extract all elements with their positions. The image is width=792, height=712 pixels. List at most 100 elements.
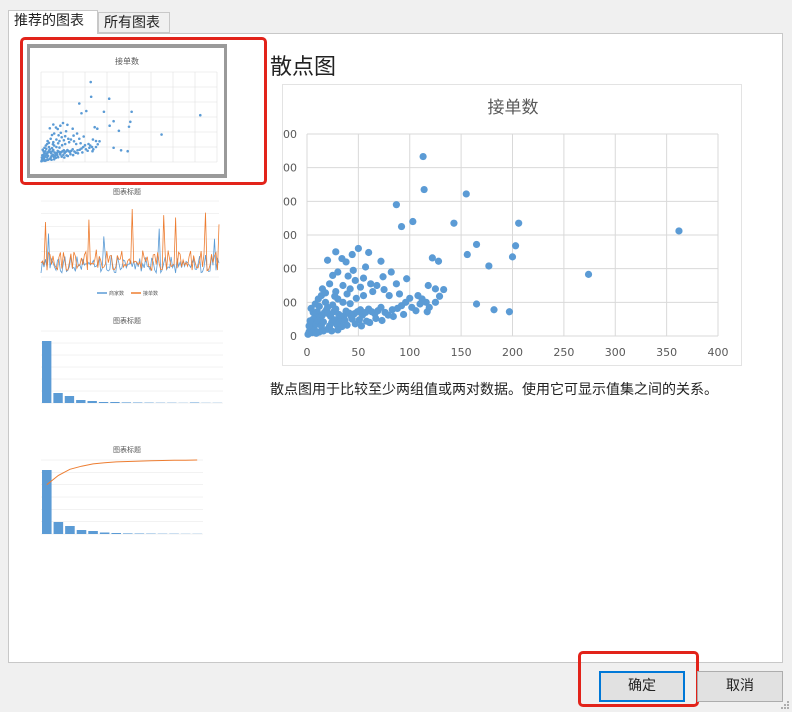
scatter-point (472, 240, 481, 249)
x-tick-label: 350 (656, 346, 677, 359)
scatter-point (431, 285, 440, 293)
cancel-button[interactable]: 取消 (697, 671, 783, 702)
scatter-point (306, 317, 314, 325)
scatter-point (331, 292, 339, 300)
scatter-point (359, 292, 368, 300)
scatter-point (399, 310, 408, 319)
scatter-point (472, 300, 481, 308)
scatter-point (348, 250, 356, 259)
scatter-point (328, 327, 336, 335)
thumbnail-pareto-chart: 图表标题 (41, 445, 203, 535)
thumbnail-line-legend-1: 商家数 (109, 290, 124, 297)
scatter-point (584, 270, 593, 278)
scatter-point (440, 285, 448, 294)
thumbnail-pareto-title: 图表标题 (113, 445, 141, 454)
scatter-point (392, 280, 400, 288)
scatter-point (515, 219, 523, 227)
scatter-point (367, 280, 375, 288)
scatter-point (419, 152, 427, 161)
scatter-point (329, 271, 337, 279)
thumbnail-line-legend-2: 接单数 (143, 290, 158, 297)
x-tick-label: 0 (304, 346, 311, 359)
scatter-point (339, 281, 347, 290)
scatter-point (505, 308, 514, 316)
scatter-point (321, 289, 330, 297)
x-tick-label: 50 (351, 346, 365, 359)
scatter-point (326, 280, 334, 288)
x-tick-label: 400 (708, 346, 729, 359)
scatter-point (332, 248, 340, 256)
x-tick-label: 250 (553, 346, 574, 359)
scatter-point (462, 190, 470, 198)
scatter-point (343, 290, 351, 298)
scatter-point (485, 262, 493, 270)
scatter-point (508, 253, 517, 261)
x-tick-label: 100 (399, 346, 420, 359)
thumbnail-line-title: 图表标题 (113, 187, 141, 196)
scatter-point (359, 274, 368, 282)
scatter-point (351, 320, 359, 328)
scatter-point (346, 300, 354, 308)
scatter-point (323, 256, 332, 264)
scatter-point (424, 281, 432, 290)
thumbnail-pareto[interactable]: 图表标题 (27, 442, 227, 560)
thumbnail-histogram[interactable]: 图表标题 (27, 313, 227, 430)
scatter-point (312, 329, 320, 337)
scatter-point (372, 314, 380, 323)
tab-recommended-charts[interactable]: 推荐的图表 (8, 10, 98, 34)
scatter-point (450, 219, 458, 227)
scatter-point (402, 298, 410, 306)
scatter-point (511, 242, 520, 250)
scatter-point (380, 285, 388, 294)
preview-chart: 接单数 0 100 200 300 400 500 600 0 50 100 150 200 250 30… (276, 84, 742, 366)
x-tick-label: 300 (605, 346, 626, 359)
ok-button[interactable]: 确定 (599, 671, 685, 702)
y-tick-label: 100 (283, 296, 297, 309)
y-tick-label: 200 (283, 263, 297, 276)
scatter-point (385, 292, 393, 300)
scatter-point (379, 273, 387, 281)
scatter-point (351, 276, 359, 285)
scatter-point (403, 275, 411, 283)
resize-grip-icon[interactable] (780, 700, 790, 710)
scatter-point (435, 292, 444, 300)
scatter-point (319, 318, 328, 326)
scatter-point (416, 300, 424, 308)
scatter-point (378, 316, 386, 325)
scatter-point (431, 298, 440, 306)
scatter-point (463, 250, 471, 259)
scatter-point (675, 227, 683, 235)
scatter-point (409, 217, 417, 226)
thumbnail-line[interactable]: 图表标题 商家数 接单数 (27, 185, 227, 301)
scatter-point (428, 254, 436, 262)
scatter-point (357, 322, 366, 330)
scatter-point (349, 266, 357, 274)
scatter-point (369, 287, 377, 296)
scatter-point (412, 307, 420, 315)
scatter-point (356, 283, 365, 291)
scatter-point (342, 258, 350, 266)
scatter-point (354, 244, 362, 253)
y-tick-label: 300 (283, 229, 297, 242)
scatter-point (389, 312, 397, 321)
thumbnail-histogram-title: 图表标题 (113, 316, 141, 325)
scatter-point (373, 281, 381, 290)
scatter-point (397, 222, 406, 231)
scatter-point (434, 257, 443, 265)
scatter-chart-svg: 接单数 0 100 200 300 400 500 600 0 50 100 150 200 250 30… (276, 98, 729, 359)
scatter-point (377, 257, 385, 265)
tab-all-charts[interactable]: 所有图表 (98, 12, 170, 33)
thumbnail-line-chart: 图表标题 商家数 接单数 (40, 187, 220, 297)
scatter-point (395, 290, 404, 298)
scatter-point (420, 185, 428, 194)
scatter-point (392, 201, 400, 209)
scatter-point (344, 272, 352, 280)
x-tick-label: 200 (502, 346, 523, 359)
scatter-point (334, 326, 342, 334)
y-tick-label: 400 (283, 195, 297, 208)
y-tick-label: 600 (283, 128, 297, 141)
thumbnail-histogram-chart: 图表标题 (41, 316, 223, 404)
scatter-point (387, 268, 395, 276)
scatter-point (321, 298, 330, 306)
scatter-point (423, 308, 431, 316)
